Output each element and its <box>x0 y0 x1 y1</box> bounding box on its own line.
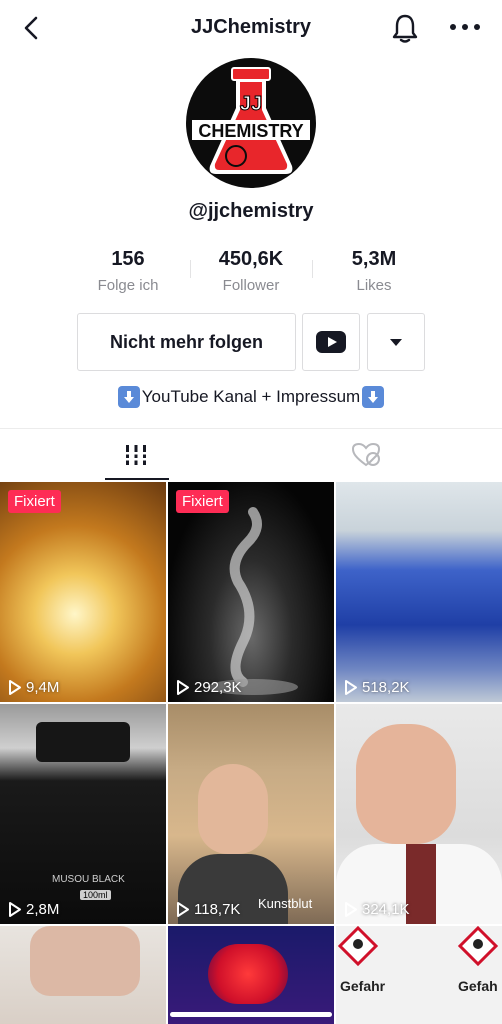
stat-value: 5,3M <box>351 248 397 270</box>
view-count: 118,7K <box>176 901 240 918</box>
hands <box>30 926 140 996</box>
view-count-text: 292,3K <box>194 679 242 696</box>
view-count-text: 518,2K <box>362 679 410 696</box>
play-icon <box>177 680 189 695</box>
video-grid: Fixiert 9,4M Fixiert 292,3K 518,2K MUSOU… <box>0 482 502 1024</box>
bio-text: YouTube Kanal + Impressum <box>141 387 361 406</box>
tab-indicator <box>105 478 169 480</box>
play-icon <box>9 680 21 695</box>
down-arrow-icon <box>117 386 140 408</box>
play-icon <box>177 902 189 917</box>
video-thumbnail[interactable]: Fixiert 292,3K <box>168 482 334 702</box>
avatar-text-line2: CHEMISTRY <box>198 121 303 141</box>
glow <box>208 944 288 1004</box>
stat-following[interactable]: 156 Folge ich <box>68 248 188 294</box>
top-bar: JJChemistry <box>0 0 502 56</box>
shirt <box>406 844 436 924</box>
hazard-icon <box>337 926 499 967</box>
grid-icon <box>123 445 148 465</box>
bottle-label: MUSOU BLACK <box>52 874 125 885</box>
profile-stats: 156 Folge ich 450,6K Follower 5,3M Likes <box>60 248 442 298</box>
youtube-icon <box>316 331 346 353</box>
video-thumbnail[interactable]: Fixiert 9,4M <box>0 482 166 702</box>
video-thumbnail[interactable]: 324,1K <box>336 704 502 924</box>
view-count: 324,1K <box>344 901 410 918</box>
face <box>356 724 456 844</box>
video-thumbnail[interactable]: 518,2K <box>336 482 502 702</box>
view-count: 9,4M <box>8 679 59 696</box>
avatar[interactable]: JJ CHEMISTRY <box>186 58 316 188</box>
stat-followers[interactable]: 450,6K Follower <box>191 248 311 294</box>
bio[interactable]: YouTube Kanal + Impressum <box>0 386 502 408</box>
play-icon <box>345 680 357 695</box>
stat-value: 450,6K <box>218 248 284 270</box>
hazard-label: Gefahr <box>340 978 386 994</box>
video-caption: Kunstblut <box>258 896 313 911</box>
bottle-size: 100ml <box>80 890 111 900</box>
profile-tabs <box>0 429 502 481</box>
video-thumbnail[interactable]: Kunstblut 118,7K <box>168 704 334 924</box>
video-thumbnail[interactable] <box>168 926 334 1024</box>
video-thumbnail[interactable]: Gefahr Gefah <box>336 926 502 1024</box>
more-options-icon[interactable] <box>448 20 482 34</box>
home-indicator <box>170 1012 332 1017</box>
view-count: 292,3K <box>176 679 242 696</box>
bottle-cap <box>36 722 130 762</box>
hazard-label: Gefah <box>458 978 498 994</box>
caret-down-icon <box>390 339 402 346</box>
pinned-badge: Fixiert <box>8 490 61 513</box>
divider <box>312 260 313 278</box>
video-thumbnail[interactable] <box>0 926 166 1024</box>
view-count-text: 2,8M <box>26 901 60 918</box>
view-count-text: 118,7K <box>194 901 241 918</box>
stat-label: Likes <box>356 277 392 294</box>
suggested-accounts-button[interactable] <box>367 313 425 371</box>
smoke-shape <box>208 507 298 695</box>
profile-handle: @jjchemistry <box>188 200 314 222</box>
pinned-badge: Fixiert <box>176 490 229 513</box>
view-count-text: 324,1K <box>362 901 410 918</box>
unfollow-button[interactable]: Nicht mehr folgen <box>77 313 296 371</box>
flask-logo: JJ CHEMISTRY <box>192 67 310 174</box>
page-title: JJChemistry <box>190 16 312 38</box>
play-icon <box>9 902 21 917</box>
stat-value: 156 <box>111 248 145 270</box>
stat-label: Follower <box>222 277 280 294</box>
view-count-text: 9,4M <box>26 679 60 696</box>
view-count: 518,2K <box>344 679 410 696</box>
play-icon <box>345 902 357 917</box>
view-count: 2,8M <box>8 901 59 918</box>
face <box>198 764 268 854</box>
tab-videos[interactable] <box>10 429 261 481</box>
bell-icon[interactable] <box>390 12 420 44</box>
stat-likes[interactable]: 5,3M Likes <box>314 248 434 294</box>
video-thumbnail[interactable]: MUSOU BLACK 100ml 2,8M <box>0 704 166 924</box>
avatar-text-line1: JJ <box>240 93 262 115</box>
liked-hidden-icon <box>351 442 380 467</box>
down-arrow-icon <box>362 386 385 408</box>
tab-liked[interactable] <box>240 429 491 481</box>
stat-label: Folge ich <box>97 277 159 294</box>
youtube-button[interactable] <box>302 313 360 371</box>
